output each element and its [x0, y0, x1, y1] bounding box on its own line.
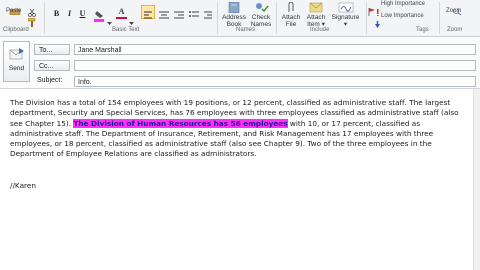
zoom-button[interactable]: Zoom: [446, 8, 461, 14]
dialog-launcher-icon[interactable]: [431, 28, 438, 44]
italic-button[interactable]: I: [65, 8, 74, 19]
separator: [366, 2, 367, 34]
font-color-dropdown-icon[interactable]: [129, 11, 134, 25]
indent-icon[interactable]: [203, 6, 213, 19]
bold-button[interactable]: B: [52, 8, 61, 19]
signature-line1: Signature: [331, 14, 360, 21]
attach-file-line2: File: [285, 21, 297, 28]
low-importance-button[interactable]: Low Importance: [381, 13, 424, 19]
address-book-button[interactable]: Address Book: [220, 1, 248, 28]
vertical-scrollbar[interactable]: [473, 89, 480, 270]
names-group-label: Names: [236, 27, 256, 33]
send-label: Send: [8, 65, 25, 72]
paste-button[interactable]: Paste: [6, 8, 21, 14]
font-color-bar: [116, 17, 127, 19]
subject-field[interactable]: Info.: [74, 76, 476, 87]
check-names-line1: Check: [251, 14, 271, 21]
zoom-group-label: Zoom: [447, 27, 463, 33]
send-icon: [4, 47, 29, 61]
to-field[interactable]: Jane Marshall: [74, 44, 476, 55]
subject-label: Subject:: [37, 77, 63, 84]
paperclip-icon: [283, 1, 299, 13]
zoom-icon[interactable]: [451, 0, 463, 16]
to-button[interactable]: To...: [34, 44, 70, 55]
signature-button[interactable]: Signature ▾: [329, 2, 362, 28]
bullets-icon[interactable]: [188, 6, 200, 18]
cut-icon[interactable]: [28, 2, 36, 17]
align-center-icon[interactable]: [158, 6, 170, 19]
signature-line2: ▾: [343, 21, 348, 28]
separator: [217, 2, 218, 34]
header-divider: [0, 88, 480, 89]
separator: [276, 2, 277, 34]
address-book-line1: Address: [222, 14, 246, 21]
clipboard-group-label: Clipboard: [3, 27, 29, 33]
highlight-color-icon[interactable]: [94, 7, 106, 22]
cc-field[interactable]: [74, 60, 476, 71]
format-painter-icon[interactable]: [27, 12, 37, 27]
address-book-icon: [226, 1, 242, 14]
high-importance-icon: [375, 1, 380, 17]
attach-item-button[interactable]: Attach Item ▾: [304, 2, 328, 28]
tags-group-label: Tags: [416, 27, 429, 33]
separator: [44, 2, 45, 34]
high-importance-button[interactable]: High Importance: [381, 1, 425, 7]
send-button[interactable]: Send: [3, 41, 30, 82]
align-left-icon[interactable]: [141, 5, 155, 19]
basic-text-group-label: Basic Text: [112, 27, 140, 33]
underline-button[interactable]: U: [78, 8, 87, 19]
font-color-button[interactable]: A: [117, 6, 126, 17]
highlighted-text: The Division of Human Resources has 56 e…: [73, 118, 288, 128]
ribbon: Paste Clipboard B I U A Basic Text Addre…: [0, 0, 480, 44]
message-body[interactable]: The Division has a total of 154 employee…: [10, 98, 472, 160]
cc-button[interactable]: Cc...: [34, 60, 70, 71]
signature-text: //Karen: [10, 181, 36, 190]
include-group-label: Include: [310, 27, 330, 33]
signature-icon: [338, 2, 354, 13]
envelope-icon: [308, 2, 324, 13]
paste-icon[interactable]: [8, 0, 22, 16]
highlight-dropdown-icon[interactable]: [107, 11, 112, 25]
attach-item-line1: Attach: [306, 14, 326, 21]
low-importance-icon: [375, 13, 380, 28]
separator: [439, 2, 440, 34]
check-names-icon: [253, 2, 269, 13]
attach-file-line1: Attach: [281, 14, 301, 21]
check-names-button[interactable]: Check Names: [249, 2, 273, 28]
align-right-icon[interactable]: [173, 6, 185, 19]
attach-file-button[interactable]: Attach File: [279, 1, 303, 28]
